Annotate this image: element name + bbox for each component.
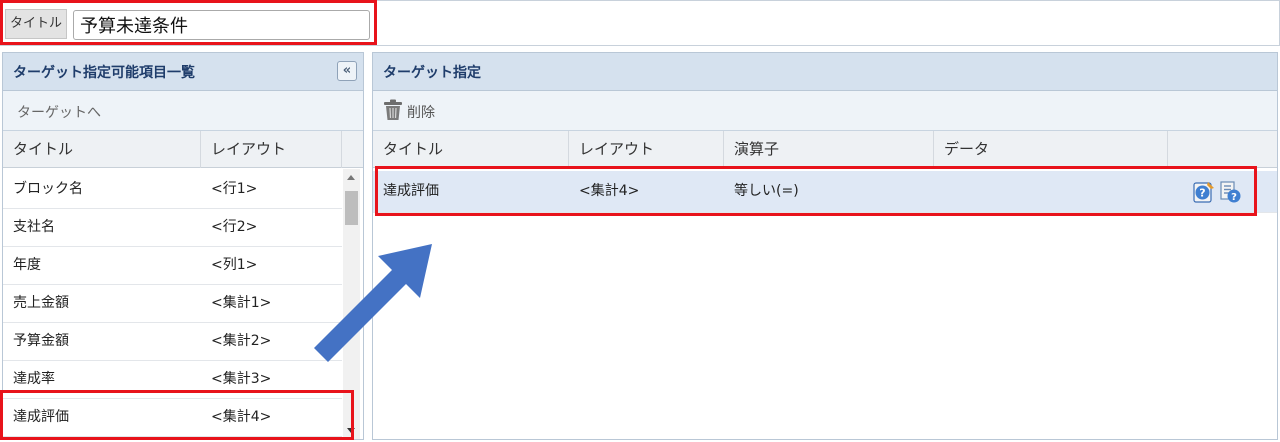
column-header-layout[interactable]: レイアウト <box>569 131 724 168</box>
trash-icon[interactable] <box>383 99 403 121</box>
column-header-operator[interactable]: 演算子 <box>724 131 934 168</box>
left-toolbar: ターゲットへ <box>3 91 363 131</box>
list-item[interactable]: 支社名 <行2> <box>3 209 342 247</box>
right-toolbar: 削除 <box>373 91 1277 131</box>
right-grid-header: タイトル レイアウト 演算子 データ <box>373 131 1277 168</box>
list-item[interactable]: 売上金額 <集計1> <box>3 285 342 323</box>
left-panel-header: ターゲット指定可能項目一覧 « <box>3 53 363 91</box>
column-header-data[interactable]: データ <box>934 131 1168 168</box>
item-layout: <集計4> <box>211 409 272 425</box>
title-label: タイトル <box>5 9 67 39</box>
item-title: ブロック名 <box>13 181 83 197</box>
item-title: 予算金額 <box>13 333 69 349</box>
right-panel-header: ターゲット指定 <box>373 53 1277 91</box>
column-header-layout[interactable]: レイアウト <box>201 131 342 168</box>
target-panel: ターゲット指定 削除 タイトル レイアウト 演算子 データ 達成評価 <集計4>… <box>372 52 1278 440</box>
svg-text:?: ? <box>1231 192 1237 203</box>
screen: タイトル ターゲット指定可能項目一覧 « ターゲットへ タイトル レイアウト ブ… <box>0 0 1280 442</box>
list-help-icon[interactable]: ? <box>1219 181 1241 203</box>
column-header-title[interactable]: タイトル <box>3 131 201 168</box>
to-target-button[interactable]: ターゲットへ <box>17 102 101 122</box>
list-item[interactable]: 年度 <列1> <box>3 247 342 285</box>
left-grid-header: タイトル レイアウト <box>3 131 363 168</box>
svg-text:?: ? <box>1199 187 1205 200</box>
list-item[interactable]: 予算金額 <集計2> <box>3 323 342 361</box>
scroll-thumb[interactable] <box>345 191 358 225</box>
row-operator: 等しい(=) <box>734 183 799 199</box>
item-layout: <行1> <box>211 181 258 197</box>
right-panel-title: ターゲット指定 <box>383 65 481 81</box>
row-data <box>934 171 1168 211</box>
row-title: 達成評価 <box>383 183 439 199</box>
item-title: 年度 <box>13 257 41 273</box>
title-bar: タイトル <box>0 0 1280 46</box>
list-item[interactable]: 達成評価 <集計4> <box>3 399 342 437</box>
column-header-title[interactable]: タイトル <box>373 131 569 168</box>
scroll-down-icon[interactable] <box>347 428 355 433</box>
double-chevron-left-icon[interactable]: « <box>337 61 357 81</box>
arrow-icon <box>314 244 432 362</box>
title-input[interactable] <box>73 10 370 40</box>
table-row[interactable]: 達成評価 <集計4> 等しい(=) ? ? <box>373 171 1277 213</box>
item-title: 達成評価 <box>13 409 69 425</box>
list-item[interactable]: 達成率 <集計3> <box>3 361 342 399</box>
item-title: 売上金額 <box>13 295 69 311</box>
row-layout: <集計4> <box>579 183 640 199</box>
edit-help-icon[interactable]: ? <box>1193 181 1215 203</box>
item-title: 達成率 <box>13 371 55 387</box>
item-title: 支社名 <box>13 219 55 235</box>
left-panel-title: ターゲット指定可能項目一覧 <box>13 65 195 81</box>
scroll-up-icon[interactable] <box>347 175 355 180</box>
column-header-actions <box>1168 131 1278 168</box>
list-item[interactable]: ブロック名 <行1> <box>3 171 342 209</box>
delete-button[interactable]: 削除 <box>407 102 435 122</box>
